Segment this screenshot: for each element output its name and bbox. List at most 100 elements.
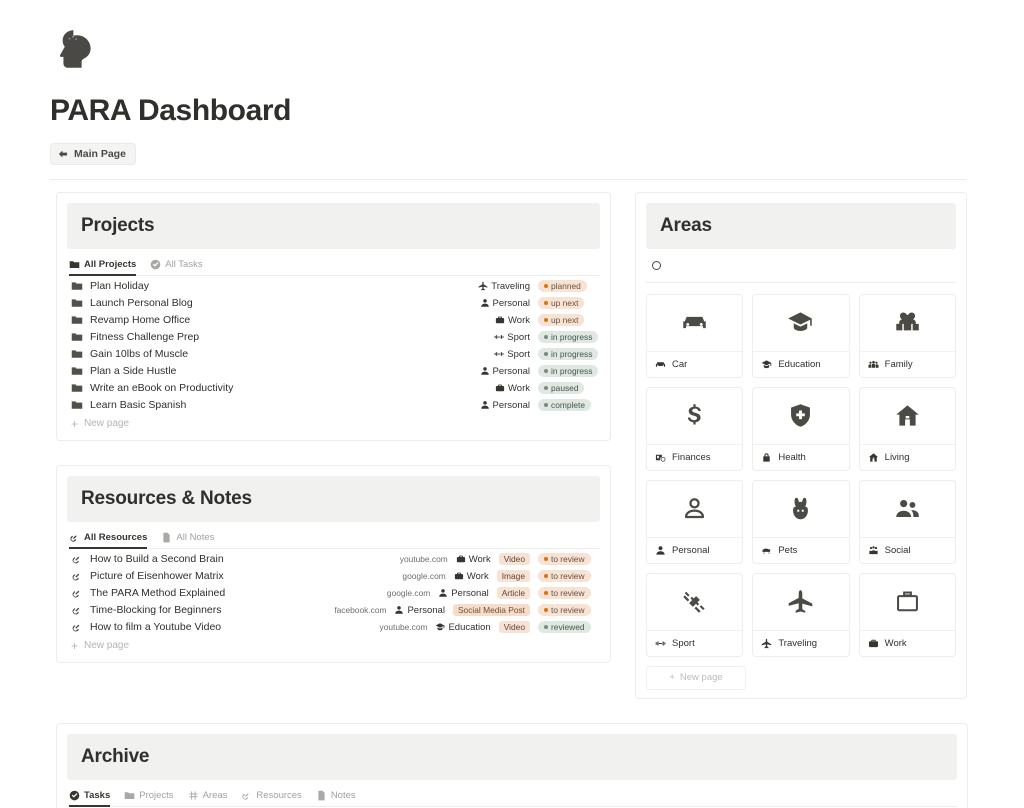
main-page-back-button[interactable]: Main Page xyxy=(50,143,136,165)
tab-archive-resources[interactable]: Resources xyxy=(241,790,301,806)
status-label: reviewed xyxy=(551,623,585,631)
table-row[interactable]: Gain 10lbs of Muscle Sport in progress xyxy=(67,346,600,363)
area-card-personal[interactable]: Personal xyxy=(646,480,743,564)
tab-archive-notes[interactable]: Notes xyxy=(316,790,356,806)
person-icon xyxy=(480,298,490,308)
resource-title: The PARA Method Explained xyxy=(90,587,225,599)
areas-banner: Areas xyxy=(646,203,956,249)
status-dot xyxy=(544,591,548,595)
table-row[interactable]: Plan Holiday Traveling planned xyxy=(67,278,600,295)
areas-title: Areas xyxy=(660,215,712,237)
row-meta: Sport in progress xyxy=(494,331,600,343)
link-icon xyxy=(71,570,83,582)
table-row[interactable]: Revamp Home Office Work up next xyxy=(67,312,600,329)
table-row[interactable]: The PARA Method Explained google.com Per… xyxy=(67,585,600,602)
status-badge: planned xyxy=(538,280,587,292)
resource-type-tag: Video xyxy=(499,553,530,565)
row-meta: youtube.com Work Video to review xyxy=(400,553,600,565)
person-icon xyxy=(681,495,708,522)
table-row[interactable]: Time-Blocking for Beginners facebook.com… xyxy=(67,602,600,619)
table-row[interactable]: Write an eBook on Productivity Work paus… xyxy=(67,380,600,397)
table-row[interactable]: Fitness Challenge Prep Sport in progress xyxy=(67,329,600,346)
project-category: Sport xyxy=(494,332,530,343)
resource-category: Work xyxy=(454,571,489,582)
area-card-car[interactable]: Car xyxy=(646,294,743,378)
status-dot xyxy=(544,301,548,305)
projects-tabs: All Projects All Tasks xyxy=(67,251,600,276)
status-label: to review xyxy=(551,555,585,563)
tab-all-resources[interactable]: All Resources xyxy=(69,532,147,548)
area-card-work[interactable]: Work xyxy=(859,573,956,657)
resource-type-tag: Video xyxy=(499,621,530,633)
new-page-label: New page xyxy=(84,418,129,429)
tab-archive-areas[interactable]: Areas xyxy=(188,790,228,806)
house-icon xyxy=(894,402,921,429)
area-card-social[interactable]: Social xyxy=(859,480,956,564)
circle-icon[interactable] xyxy=(652,261,661,270)
area-label: Traveling xyxy=(778,638,817,649)
area-card-sport[interactable]: Sport xyxy=(646,573,743,657)
table-row[interactable]: Plan a Side Hustle Personal in progress xyxy=(67,363,600,380)
tab-archive-tasks[interactable]: Tasks xyxy=(69,790,110,806)
plane-icon xyxy=(478,281,488,291)
tab-all-projects[interactable]: All Projects xyxy=(69,259,136,275)
area-caption: Car xyxy=(647,352,742,377)
status-badge: reviewed xyxy=(538,621,591,633)
resource-category: Work xyxy=(456,554,491,565)
category-label: Sport xyxy=(507,349,530,360)
new-page-label: New page xyxy=(84,640,129,651)
status-badge: in progress xyxy=(538,365,598,377)
resource-category: Personal xyxy=(394,605,445,616)
area-card-family[interactable]: Family xyxy=(859,294,956,378)
project-category: Work xyxy=(495,383,530,394)
projects-title: Projects xyxy=(81,215,154,237)
arrow-left-icon xyxy=(58,149,68,159)
tab-all-tasks[interactable]: All Tasks xyxy=(150,259,202,275)
plane-icon xyxy=(787,588,814,615)
status-label: in progress xyxy=(551,350,592,358)
status-label: in progress xyxy=(551,333,592,341)
area-card-education[interactable]: Education xyxy=(752,294,849,378)
tab-all-notes[interactable]: All Notes xyxy=(161,532,214,548)
finances-icon xyxy=(655,452,666,463)
health-lock-icon xyxy=(761,452,772,463)
area-card-health[interactable]: Health xyxy=(752,387,849,471)
area-card-finances[interactable]: Finances xyxy=(646,387,743,471)
table-row[interactable]: Launch Personal Blog Personal up next xyxy=(67,295,600,312)
table-row[interactable]: Learn Basic Spanish Personal complete xyxy=(67,397,600,414)
resource-source: google.com xyxy=(387,588,430,598)
area-label: Social xyxy=(885,545,911,556)
resource-type-tag: Article xyxy=(497,587,530,599)
dashboard-columns: Projects All Projects All Tasks xyxy=(0,180,1024,699)
folder-icon xyxy=(71,297,83,309)
status-dot xyxy=(544,403,548,407)
area-thumb xyxy=(647,481,742,538)
dollar-icon xyxy=(681,402,708,429)
project-category: Sport xyxy=(494,349,530,360)
status-cell: reviewed xyxy=(538,621,600,633)
area-card-traveling[interactable]: Traveling xyxy=(752,573,849,657)
area-card-living[interactable]: Living xyxy=(859,387,956,471)
status-label: to review xyxy=(551,572,585,580)
areas-new-page-button[interactable]: + New page xyxy=(646,666,746,690)
area-thumb xyxy=(647,388,742,445)
category-label: Traveling xyxy=(491,281,530,292)
table-row[interactable]: How to Build a Second Brain youtube.com … xyxy=(67,551,600,568)
tab-all-resources-label: All Resources xyxy=(84,532,147,543)
area-caption: Personal xyxy=(647,538,742,563)
folder-icon xyxy=(71,331,83,343)
projects-new-page-button[interactable]: + New page xyxy=(67,414,600,432)
resources-new-page-button[interactable]: + New page xyxy=(67,636,600,654)
table-row[interactable]: Picture of Eisenhower Matrix google.com … xyxy=(67,568,600,585)
plus-icon: + xyxy=(71,418,78,430)
area-label: Work xyxy=(885,638,907,649)
status-cell: to review xyxy=(538,553,600,565)
resource-source: youtube.com xyxy=(380,622,428,632)
table-row[interactable]: How to film a Youtube Video youtube.com … xyxy=(67,619,600,636)
plus-icon: + xyxy=(71,640,78,652)
area-caption: Living xyxy=(860,445,955,470)
tab-archive-projects[interactable]: Projects xyxy=(124,790,173,806)
area-card-pets[interactable]: Pets xyxy=(752,480,849,564)
briefcase-icon xyxy=(456,554,466,564)
tab-all-tasks-label: All Tasks xyxy=(165,259,202,270)
